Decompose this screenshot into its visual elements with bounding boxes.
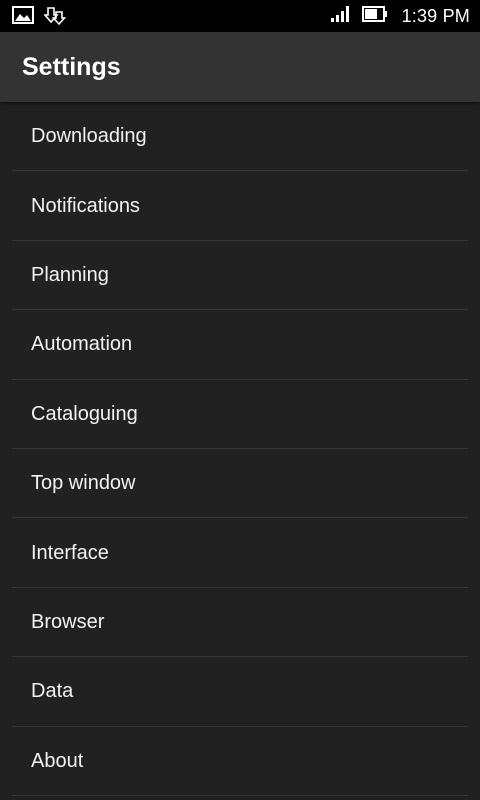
settings-item-label: Notifications [31, 194, 140, 217]
settings-item-top-window[interactable]: Top window [12, 449, 468, 519]
battery-icon [361, 5, 388, 27]
settings-item-cataloguing[interactable]: Cataloguing [12, 380, 468, 449]
settings-item-label: Top window [31, 472, 136, 495]
settings-item-browser[interactable]: Browser [12, 588, 468, 658]
settings-item-label: Cataloguing [31, 402, 138, 425]
settings-item-planning[interactable]: Planning [12, 241, 468, 311]
settings-item-interface[interactable]: Interface [12, 518, 468, 588]
clock: 1:39 PM [401, 5, 470, 26]
settings-item-notifications[interactable]: Notifications [12, 171, 468, 241]
settings-item-label: Downloading [31, 125, 147, 148]
settings-item-label: About [31, 749, 84, 772]
settings-item-label: Data [31, 680, 74, 703]
status-bar: 1:39 PM [0, 0, 480, 32]
status-icons: 1:39 PM [330, 0, 470, 32]
settings-item-label: Interface [31, 541, 109, 564]
settings-item-data[interactable]: Data [12, 657, 468, 727]
image-notification-icon [12, 6, 34, 29]
settings-list: Downloading Notifications Planning Autom… [0, 102, 480, 796]
page-title: Settings [22, 53, 121, 81]
settings-item-label: Automation [31, 333, 133, 356]
settings-item-about[interactable]: About [12, 727, 468, 796]
settings-item-downloading[interactable]: Downloading [12, 102, 468, 172]
settings-item-label: Browser [31, 610, 105, 633]
app-bar: Settings [0, 32, 480, 102]
download-notification-icon [43, 6, 67, 31]
signal-icon [330, 5, 352, 28]
settings-item-label: Planning [31, 263, 109, 286]
settings-item-automation[interactable]: Automation [12, 310, 468, 380]
